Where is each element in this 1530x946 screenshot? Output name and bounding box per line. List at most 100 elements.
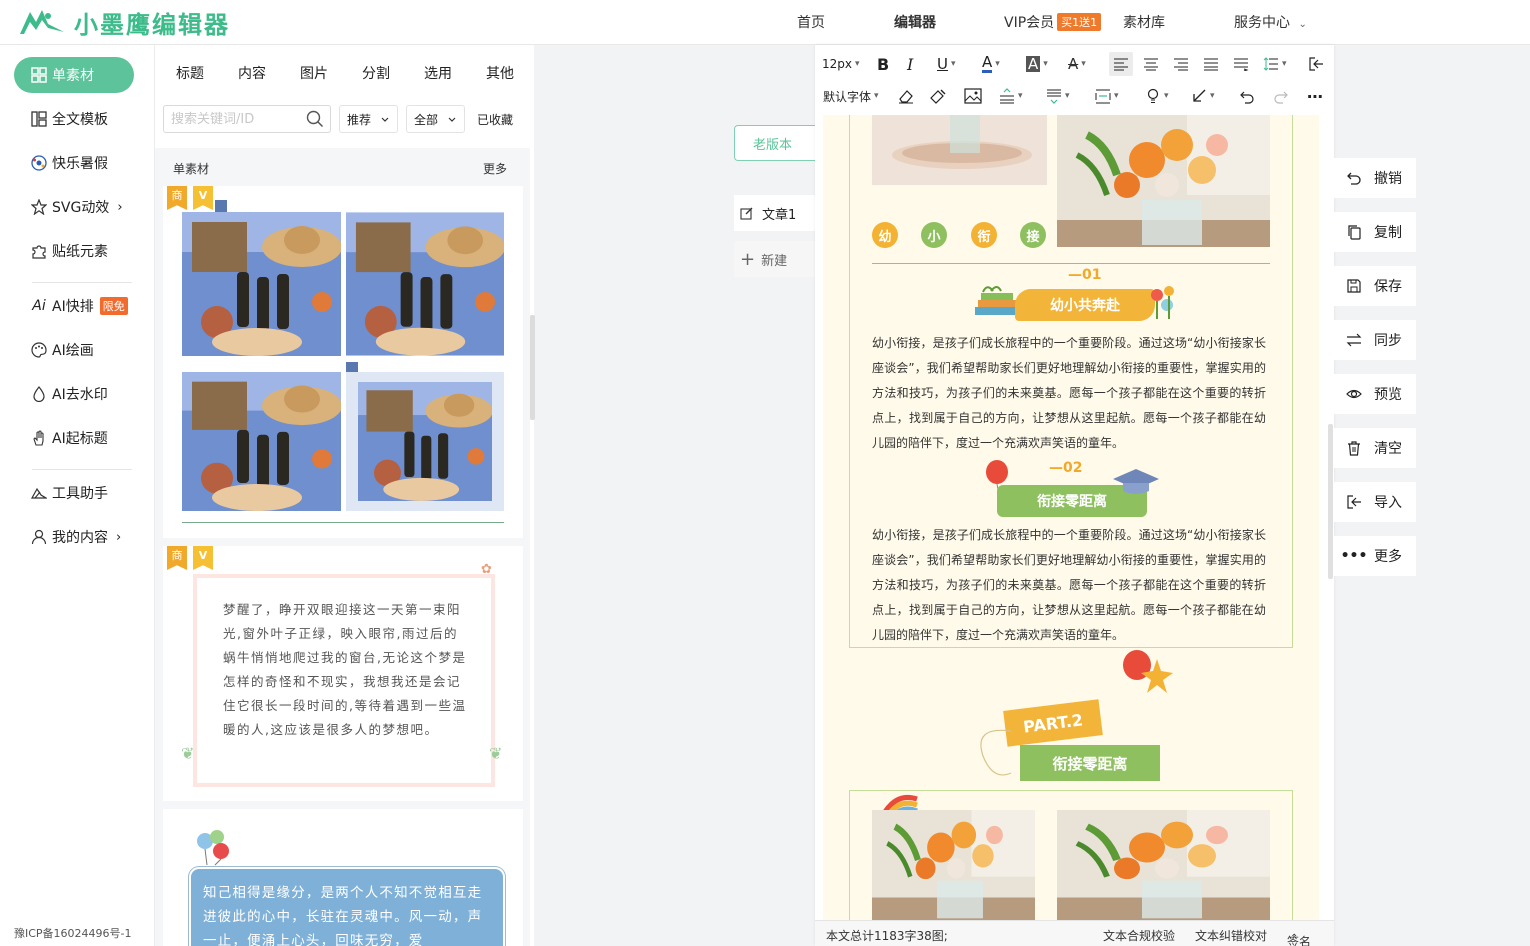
compliance-check-button[interactable]: 文本合规校验 (1103, 927, 1175, 944)
more-options-icon[interactable]: ⋯ (1307, 84, 1323, 108)
chevron-up-icon: ⌃ (1290, 933, 1299, 944)
ai-icon: Ai (32, 298, 46, 314)
nav-editor[interactable]: 编辑器 (894, 12, 936, 32)
old-version-button[interactable]: 老版本 (734, 125, 816, 161)
sidebar-item-label: AI快排 (52, 299, 94, 315)
sidebar-item-label: AI去水印 (52, 387, 108, 403)
sidebar-item-label: 工具助手 (52, 486, 108, 502)
sidebar-item-label: 贴纸元素 (52, 244, 108, 260)
spacing-bottom-icon[interactable]: ▾ (1046, 84, 1070, 108)
import-button[interactable]: 导入 (1334, 482, 1416, 522)
sort-select[interactable]: 推荐 (339, 105, 398, 133)
undo-icon[interactable] (1239, 84, 1255, 108)
proofread-button[interactable]: 文本纠错校对 (1195, 927, 1267, 944)
favorites-link[interactable]: 已收藏 (477, 111, 513, 128)
copy-button[interactable]: 复制 (1334, 212, 1416, 252)
bulb-icon[interactable]: ▾ (1145, 84, 1169, 108)
line-height-icon[interactable]: ▾ (1263, 52, 1287, 76)
nav-home[interactable]: 首页 (797, 12, 825, 32)
sidebar-item-my-content[interactable]: 我的内容 › (14, 519, 134, 555)
underline-icon[interactable]: U ▾ (937, 52, 956, 76)
logo[interactable]: 小墨鹰编辑器 (18, 5, 230, 39)
toolbar-row-2: 默认字体 ▾ ▾ ▾ ▾ ▾ ▾ ⋯ (815, 81, 1334, 111)
align-justify-icon[interactable] (1203, 52, 1219, 76)
material-card-poem[interactable]: 商 V ✿ 梦醒了，睁开双眼迎接这一天第一束阳光,窗外叶子正绿，映入眼帘,雨过后… (163, 546, 523, 801)
image-icon[interactable] (964, 84, 982, 108)
section-title-banner: 幼小共奔赴 (1015, 289, 1155, 321)
palette-icon (30, 341, 48, 359)
save-button[interactable]: 保存 (1334, 266, 1416, 306)
article-canvas[interactable]: 幼 小 衔 接 —01 幼小共奔赴 幼小衔接，是孩子们成长旅程中的一个重要阶段。… (823, 115, 1319, 920)
align-center-icon[interactable] (1143, 52, 1159, 76)
chevron-down-icon (447, 113, 457, 127)
tab-divider[interactable]: 分割 (362, 63, 390, 83)
new-document-button[interactable]: + 新建 (734, 241, 816, 277)
exit-icon[interactable] (1308, 52, 1324, 76)
undo-button[interactable]: 撤销 (1334, 158, 1416, 198)
ball-icon (30, 154, 48, 172)
editor-scrollbar[interactable] (1328, 424, 1333, 579)
picnic-photo (182, 212, 341, 356)
range-select[interactable]: 全部 (406, 105, 465, 133)
arrow-down-left-icon[interactable]: ▾ (1191, 84, 1215, 108)
font-size-select[interactable]: 12px ▾ (822, 52, 860, 76)
clear-format-icon[interactable]: A ▾ (1068, 52, 1086, 76)
tab-selected[interactable]: 选用 (424, 63, 452, 83)
align-right-icon[interactable] (1173, 52, 1189, 76)
align-left-icon[interactable] (1109, 52, 1133, 76)
indent-icon[interactable] (1233, 52, 1249, 76)
sync-icon (1346, 332, 1362, 348)
material-list: 单素材 更多 商 V 商 V ✿ 梦醒了，睁开双眼迎接这一天第一束阳光,窗外叶子… (155, 148, 530, 946)
italic-icon[interactable]: I (907, 52, 913, 76)
section-number: —02 (1049, 460, 1083, 476)
graduation-cap-icon (1111, 467, 1161, 497)
sidebar-item-ai-painting[interactable]: AI绘画 (14, 332, 134, 368)
bold-icon[interactable]: B (877, 52, 889, 76)
nav-vip[interactable]: VIP会员 买1送1 (1004, 12, 1102, 32)
eraser-icon[interactable] (897, 84, 915, 108)
sidebar-item-summer[interactable]: 快乐暑假 (14, 145, 134, 181)
sidebar-item-svg-motion[interactable]: SVG动效 › (14, 189, 134, 225)
highlight-icon[interactable]: A ▾ (1026, 52, 1048, 76)
more-button[interactable]: ••• 更多 (1334, 536, 1416, 576)
preview-button[interactable]: 预览 (1334, 374, 1416, 414)
material-card-quote[interactable]: 知己相得是缘分，是两个人不知不觉相互走进彼此的心中，长驻在灵魂中。风一动，声一止… (163, 809, 523, 946)
sync-button[interactable]: 同步 (1334, 320, 1416, 360)
letter-spacing-icon[interactable]: ▾ (1095, 84, 1119, 108)
format-brush-icon[interactable] (929, 84, 947, 108)
document-tab-label: 文章1 (762, 207, 797, 223)
list-more-link[interactable]: 更多 (483, 160, 507, 177)
tab-content[interactable]: 内容 (238, 63, 266, 83)
font-family-select[interactable]: 默认字体 ▾ (823, 84, 879, 108)
sidebar-item-ai-layout[interactable]: Ai AI快排 限免 (14, 288, 134, 324)
search-icon[interactable] (306, 110, 324, 132)
status-bar: 本文总计1183字38图; 文本合规校验 文本纠错校对 签名 ⌃ (815, 920, 1334, 946)
sidebar-item-tools[interactable]: 工具助手 (14, 475, 134, 511)
commercial-tag: 商 (167, 546, 187, 570)
tab-image[interactable]: 图片 (300, 63, 328, 83)
document-tab[interactable]: 文章1 (734, 195, 816, 231)
material-panel: 标题 内容 图片 分割 选用 其他 推荐 全部 已收藏 单素材 更多 商 V (154, 45, 535, 946)
clear-button[interactable]: 清空 (1334, 428, 1416, 468)
tab-other[interactable]: 其他 (486, 63, 514, 83)
search-input[interactable] (171, 106, 301, 132)
sidebar-item-ai-title[interactable]: AI起标题 (14, 420, 134, 456)
sidebar-item-ai-watermark[interactable]: AI去水印 (14, 376, 134, 412)
material-card-photos[interactable]: 商 V (163, 186, 523, 538)
font-color-icon[interactable]: A ▾ (982, 52, 1000, 76)
nav-service-center[interactable]: 服务中心 ⌄ (1234, 12, 1307, 32)
panel-scrollbar[interactable] (530, 315, 535, 420)
chevron-right-icon: › (117, 199, 123, 215)
sidebar-item-single-material[interactable]: 单素材 (14, 57, 134, 93)
tab-title[interactable]: 标题 (176, 63, 204, 83)
sidebar-item-stickers[interactable]: 贴纸元素 (14, 233, 134, 269)
user-icon (30, 528, 48, 546)
nav-material-library[interactable]: 素材库 (1123, 12, 1165, 32)
icp-license[interactable]: 豫ICP备16024496号-1 (14, 925, 132, 941)
quote-text: 知己相得是缘分，是两个人不知不觉相互走进彼此的心中，长驻在灵魂中。风一动，声一止… (203, 885, 483, 946)
more-icon: ••• (1340, 548, 1368, 564)
redo-icon[interactable] (1273, 84, 1289, 108)
sidebar-item-full-template[interactable]: 全文模板 (14, 101, 134, 137)
import-icon (1346, 494, 1362, 510)
spacing-top-icon[interactable]: ▾ (999, 84, 1023, 108)
